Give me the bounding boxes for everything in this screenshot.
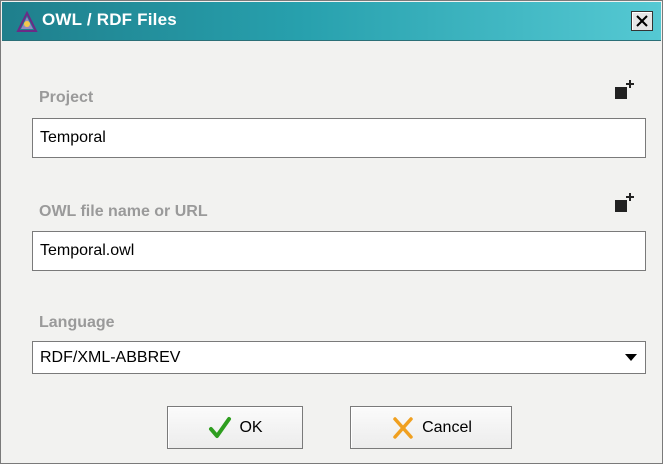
cancel-label: Cancel [422, 418, 472, 436]
add-file-icon[interactable] [613, 192, 635, 214]
close-button[interactable] [631, 11, 653, 31]
protege-logo-icon [16, 11, 38, 32]
language-select[interactable]: RDF/XML-ABBREV [32, 341, 646, 374]
project-input[interactable] [32, 118, 646, 158]
ok-button[interactable]: OK [167, 406, 303, 449]
chevron-down-icon[interactable] [625, 354, 637, 361]
cancel-button[interactable]: Cancel [350, 406, 512, 449]
title-bar[interactable]: OWL / RDF Files [2, 2, 661, 41]
check-icon [209, 416, 232, 438]
cancel-x-icon [393, 416, 413, 439]
close-icon [636, 15, 648, 27]
owl-file-input[interactable] [32, 231, 646, 271]
ok-label: OK [239, 418, 263, 436]
language-label: Language [39, 314, 115, 331]
owl-file-label: OWL file name or URL [39, 203, 208, 220]
language-selected-value: RDF/XML-ABBREV [40, 349, 181, 366]
window-title: OWL / RDF Files [42, 10, 177, 29]
add-project-icon[interactable] [613, 79, 635, 101]
project-label: Project [39, 89, 94, 106]
dialog-window: OWL / RDF Files Project OWL file name or… [0, 0, 663, 464]
